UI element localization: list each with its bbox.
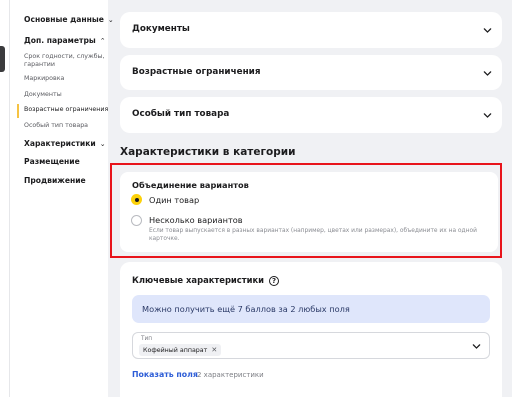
sidebar-item-main-data[interactable]: Основные данные ⌄ (24, 15, 114, 24)
chevron-down-icon (483, 71, 492, 76)
accordion-title: Документы (132, 24, 190, 34)
points-info-text: Можно получить ещё 7 баллов за 2 любых п… (142, 304, 350, 314)
chevron-down-icon: ⌄ (99, 140, 106, 148)
sidebar-subitem-marking[interactable]: Маркировка (24, 75, 110, 83)
help-icon[interactable]: ? (269, 275, 280, 286)
sidebar-nav: Основные данные ⌄ Доп. параметры ⌃ Срок го… (10, 0, 114, 397)
chevron-down-icon: ⌄ (107, 16, 114, 24)
radio-label-multiple[interactable]: Несколько вариантов (149, 215, 243, 225)
variant-merge-card: Объединение вариантов Один товар Несколь… (120, 172, 498, 252)
key-characteristics-card: Ключевые характеристики? Можно получить … (120, 262, 502, 397)
sidebar-subitem-documents[interactable]: Документы (24, 91, 110, 99)
close-icon[interactable]: ✕ (211, 346, 217, 354)
chevron-down-icon (483, 28, 492, 33)
type-label: Тип (141, 336, 153, 342)
chip-label: Кофейный аппарат (143, 347, 208, 354)
fields-count: 2 характеристики (197, 371, 264, 379)
sidebar-item-label: Доп. параметры (24, 36, 96, 45)
type-chip: Кофейный аппарат ✕ (139, 344, 222, 356)
points-info-banner: Можно получить ещё 7 баллов за 2 любых п… (132, 295, 490, 323)
chevron-down-icon (483, 113, 492, 118)
sidebar-item-characteristics[interactable]: Характеристики ⌄ (24, 139, 106, 148)
accordion-title: Возрастные ограничения (132, 67, 261, 77)
rail-handle[interactable] (0, 46, 5, 72)
accordion-documents[interactable]: Документы (120, 12, 502, 48)
radio-multiple-variants[interactable] (131, 215, 142, 226)
sidebar-item-extra-params[interactable]: Доп. параметры ⌃ (24, 36, 106, 45)
accordion-special-type[interactable]: Особый тип товара (120, 97, 502, 133)
sidebar-item-promotion[interactable]: Продвижение (24, 176, 86, 185)
accordion-age-restrictions[interactable]: Возрастные ограничения (120, 55, 502, 90)
app-rail (0, 0, 10, 397)
merge-title: Объединение вариантов (132, 180, 249, 190)
sidebar-subitem-age-restrictions[interactable]: Возрастные ограничения (24, 106, 110, 114)
active-indicator (17, 104, 19, 118)
sidebar-subitem-shelf-life[interactable]: Срок годности, службы, гарантии (24, 53, 110, 69)
accordion-title: Особый тип товара (132, 109, 230, 119)
sidebar-item-label: Характеристики (24, 139, 96, 148)
type-select[interactable]: Тип Кофейный аппарат ✕ (132, 332, 490, 359)
section-title: Характеристики в категории (120, 146, 296, 158)
radio-single-product[interactable] (131, 194, 142, 205)
radio-hint: Если товар выпускается в разных варианта… (149, 228, 477, 242)
key-title: Ключевые характеристики (132, 275, 265, 285)
chevron-up-icon: ⌃ (99, 37, 106, 45)
show-fields-link[interactable]: Показать поля (132, 370, 198, 379)
sidebar-item-label: Основные данные (24, 15, 104, 24)
key-title-row: Ключевые характеристики? (132, 275, 280, 286)
sidebar-subitem-special-type[interactable]: Особый тип товара (24, 122, 110, 130)
radio-label-single[interactable]: Один товар (149, 195, 199, 205)
sidebar-item-placement[interactable]: Размещение (24, 157, 80, 166)
chevron-down-icon[interactable] (472, 342, 481, 351)
